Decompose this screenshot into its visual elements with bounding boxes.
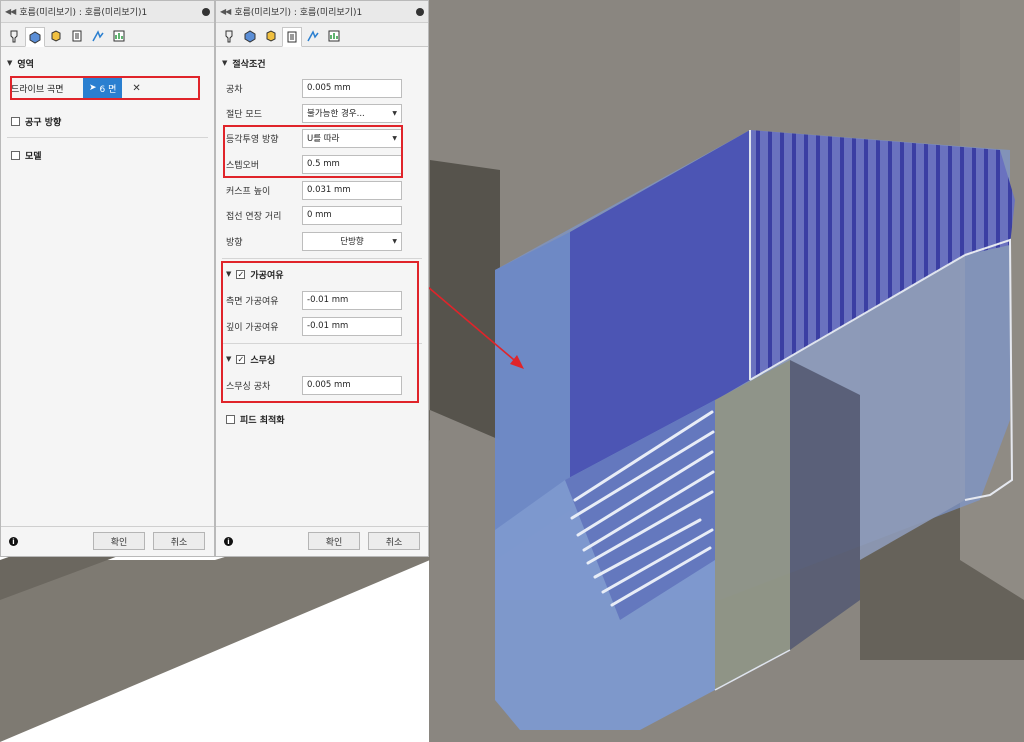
info-icon[interactable]: i — [9, 537, 18, 546]
collapse-triangle-icon: ▼ — [7, 59, 13, 67]
tangent-extension-input[interactable]: 0 mm — [302, 205, 402, 225]
tool-tab-icon[interactable] — [4, 26, 24, 46]
linking-tab-icon[interactable] — [88, 26, 108, 46]
info-icon[interactable]: i — [224, 537, 233, 546]
checkbox-icon[interactable] — [11, 116, 20, 126]
highlight-box — [223, 125, 403, 178]
left-panel: ◀◀ 호름(미리보기) : 호름(미리보기)1 ▼ 영역 드라이브 곡면 ➤ 6… — [0, 0, 215, 557]
highlight-box — [221, 261, 419, 403]
tool-direction-toggle[interactable]: 공구 방향 — [5, 111, 67, 131]
tolerance-row: 공차 0.005 mm — [216, 77, 428, 99]
panel-title: 호름(미리보기) : 호름(미리보기)1 — [19, 8, 148, 18]
divider — [7, 137, 208, 138]
heights-tab-icon[interactable] — [46, 26, 66, 46]
tangent-extension-label: 접선 연장 거리 — [226, 211, 282, 222]
right-panel: ◀◀ 호름(미리보기) : 호름(미리보기)1 ▼ 절삭조건 공차 0.005 … — [215, 0, 429, 557]
stats-tab-icon[interactable] — [324, 26, 344, 46]
direction-select[interactable]: 단방향 ▼ — [302, 231, 402, 251]
feed-optimization-label: 피드 최적화 — [240, 415, 285, 426]
left-titlebar: ◀◀ 호름(미리보기) : 호름(미리보기)1 — [1, 1, 214, 23]
checkbox-icon[interactable] — [11, 150, 20, 160]
left-footer: i 확인 취소 — [1, 526, 214, 556]
linking-tab-icon[interactable] — [303, 26, 323, 46]
dropdown-caret-icon: ▼ — [392, 109, 397, 117]
direction-value: 단방향 — [340, 237, 364, 247]
cancel-button[interactable]: 취소 — [153, 532, 205, 550]
stock-block — [430, 160, 500, 440]
cusp-height-label: 커스프 높이 — [226, 186, 271, 197]
tool-direction-label: 공구 방향 — [25, 117, 62, 128]
geometry-tab-icon[interactable] — [240, 26, 260, 46]
checkbox-icon[interactable] — [226, 414, 235, 424]
heights-tab-icon[interactable] — [261, 26, 281, 46]
collapse-arrows-icon[interactable]: ◀◀ — [220, 7, 231, 16]
section-title: 영역 — [17, 59, 34, 70]
section-title: 절삭조건 — [232, 59, 266, 70]
geometry-tab-icon[interactable] — [25, 27, 45, 47]
cusp-height-row: 커스프 높이 0.031 mm — [216, 179, 428, 201]
region-section-header[interactable]: ▼ 영역 — [1, 53, 40, 73]
tolerance-label: 공차 — [226, 84, 243, 95]
right-footer: i 확인 취소 — [216, 526, 428, 556]
collapse-triangle-icon: ▼ — [222, 59, 228, 67]
options-icon[interactable] — [416, 7, 424, 16]
left-tabs — [1, 23, 214, 47]
cutting-section-header[interactable]: ▼ 절삭조건 — [216, 53, 272, 73]
options-icon[interactable] — [202, 7, 210, 16]
cut-mode-value: 불가능한 경우... — [307, 109, 365, 119]
cut-mode-label: 절단 모드 — [226, 109, 262, 120]
cut-mode-row: 절단 모드 불가능한 경우... ▼ — [216, 102, 428, 124]
feed-optimization-toggle[interactable]: 피드 최적화 — [220, 409, 291, 429]
direction-row: 방향 단방향 ▼ — [216, 230, 428, 252]
cancel-button[interactable]: 취소 — [368, 532, 420, 550]
tool-tab-icon[interactable] — [219, 26, 239, 46]
dropdown-caret-icon: ▼ — [392, 237, 397, 245]
highlight-box — [10, 76, 200, 100]
right-titlebar: ◀◀ 호름(미리보기) : 호름(미리보기)1 — [216, 1, 428, 23]
divider — [222, 258, 422, 259]
model-toggle[interactable]: 모델 — [5, 145, 48, 165]
passes-tab-icon[interactable] — [67, 26, 87, 46]
tangent-extension-row: 접선 연장 거리 0 mm — [216, 204, 428, 226]
collapse-arrows-icon[interactable]: ◀◀ — [5, 7, 16, 16]
model-label: 모델 — [25, 151, 42, 162]
ok-button[interactable]: 확인 — [93, 532, 145, 550]
panel-title: 호름(미리보기) : 호름(미리보기)1 — [234, 8, 363, 18]
ok-button[interactable]: 확인 — [308, 532, 360, 550]
right-tabs — [216, 23, 428, 47]
cusp-height-input[interactable]: 0.031 mm — [302, 180, 402, 200]
cut-mode-select[interactable]: 불가능한 경우... ▼ — [302, 103, 402, 123]
tolerance-input[interactable]: 0.005 mm — [302, 78, 402, 98]
stats-tab-icon[interactable] — [109, 26, 129, 46]
passes-tab-icon[interactable] — [282, 27, 302, 47]
direction-label: 방향 — [226, 237, 243, 248]
